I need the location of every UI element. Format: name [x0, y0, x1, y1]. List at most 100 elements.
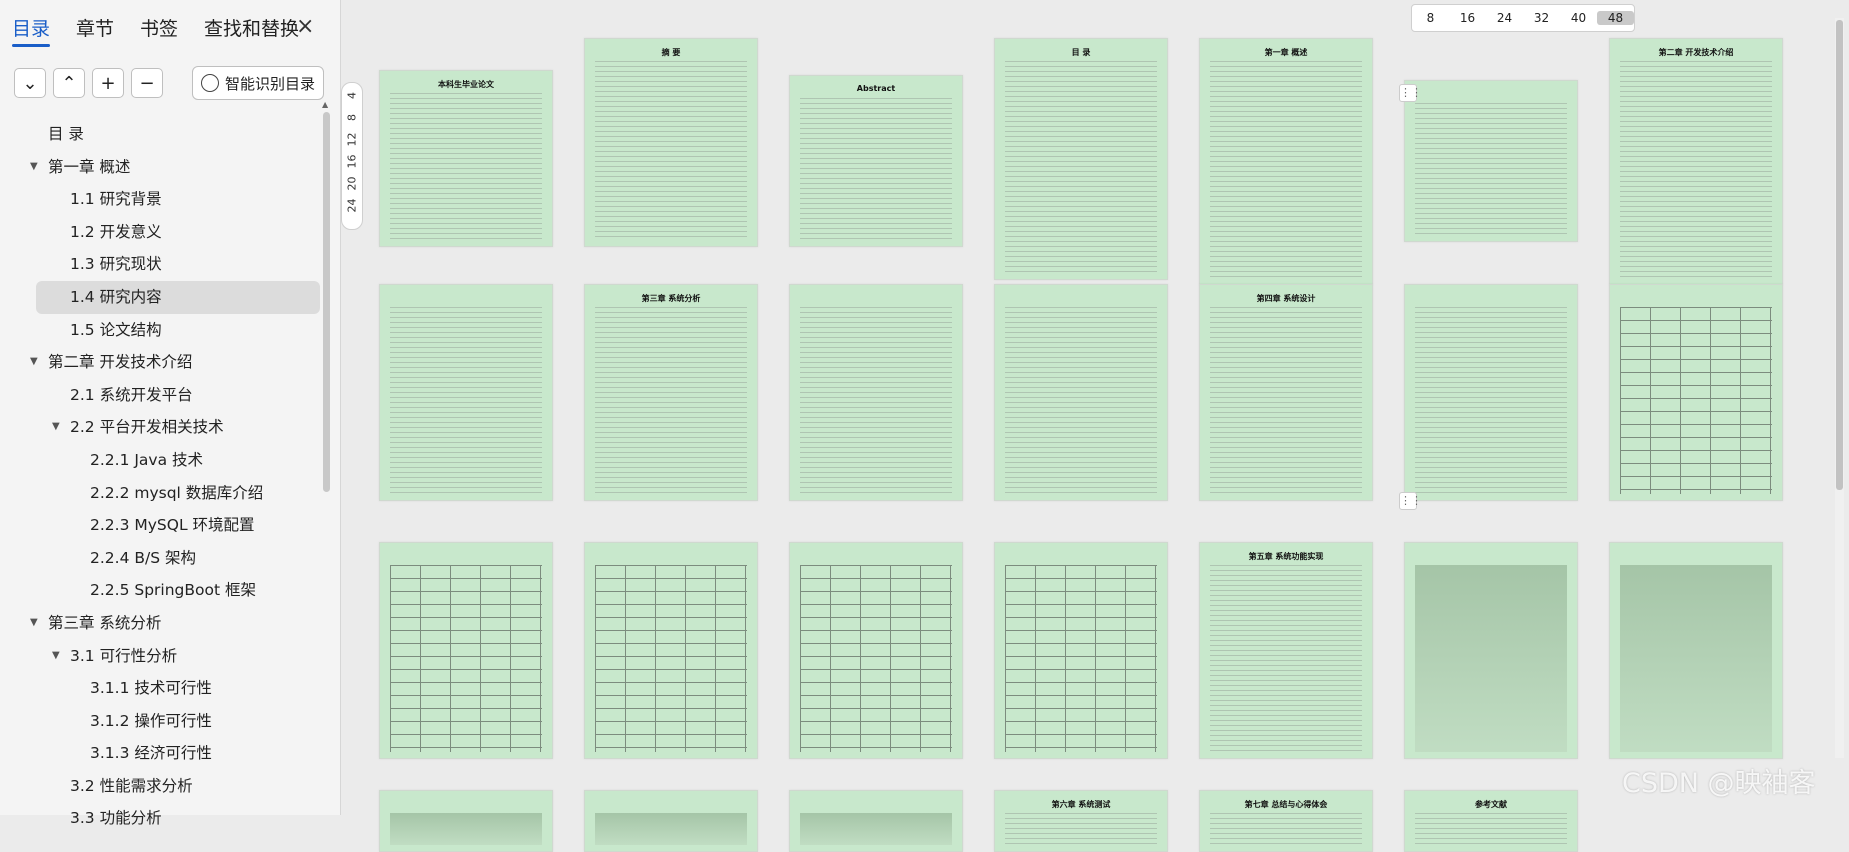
toc-item-label: 3.2 性能需求分析 — [70, 776, 193, 795]
page-body — [1210, 307, 1362, 494]
page-thumbnail[interactable]: 参考文献 — [1404, 790, 1578, 852]
page-thumbnail[interactable] — [379, 542, 553, 759]
toc-item[interactable]: 3.1.3 经济可行性 — [0, 737, 330, 770]
page-thumbnail[interactable] — [584, 790, 758, 852]
zoom-option[interactable]: 32 — [1523, 11, 1560, 25]
page-thumbnail[interactable]: 第二章 开发技术介绍 — [1609, 38, 1783, 285]
page-heading: 目 录 — [1071, 48, 1091, 57]
toc-item[interactable]: 1.3 研究现状 — [0, 248, 330, 281]
page-thumbnail-canvas[interactable]: 本科生毕业论文 摘 要 Abstract 目 录 第一章 概述 第二章 开发技术介绍第三章… — [343, 0, 1849, 852]
outline-sidebar: 目录 章节 书签 查找和替换 × ⌄ ⌃ + − 智能识别目录 目 录 ▼ 第一章 … — [0, 0, 341, 827]
drag-handle-icon[interactable]: ⋮⋮ — [1399, 84, 1422, 102]
toc-item[interactable]: ▼ 3.1 可行性分析 — [0, 640, 330, 673]
page-thumbnail[interactable] — [789, 542, 963, 759]
close-icon[interactable]: × — [296, 14, 314, 39]
toc-item[interactable]: 3.1.2 操作可行性 — [0, 705, 330, 738]
page-body — [595, 565, 747, 752]
page-heading: 第三章 系统分析 — [641, 294, 701, 303]
scroll-up-icon[interactable]: ▲ — [322, 100, 328, 109]
page-thumbnail[interactable]: 本科生毕业论文 — [379, 70, 553, 247]
page-thumbnail[interactable] — [1609, 284, 1783, 501]
drag-handle-icon[interactable]: ⋮⋮ — [1399, 492, 1422, 510]
expand-all-button[interactable]: ⌃ — [53, 68, 85, 98]
collapse-triangle-icon[interactable]: ▼ — [30, 346, 38, 379]
collapse-triangle-icon[interactable]: ▼ — [30, 151, 38, 184]
toc-item[interactable]: 1.1 研究背景 — [0, 183, 330, 216]
canvas-scrollbar-thumb[interactable] — [1836, 20, 1843, 490]
collapse-all-button[interactable]: ⌄ — [14, 68, 46, 98]
page-thumbnail[interactable]: 第一章 概述 — [1199, 38, 1373, 285]
toc-item-label: 1.5 论文结构 — [70, 320, 162, 339]
tab-toc[interactable]: 目录 — [12, 14, 51, 47]
page-thumbnail[interactable] — [584, 542, 758, 759]
page-thumbnail[interactable]: 第七章 总结与心得体会 — [1199, 790, 1373, 852]
toc-item-label: 2.2.3 MySQL 环境配置 — [90, 516, 255, 535]
toc-item[interactable]: ▼ 第三章 系统分析 — [0, 607, 330, 640]
page-body — [595, 813, 747, 845]
collapse-triangle-icon[interactable]: ▼ — [52, 640, 60, 673]
collapse-triangle-icon[interactable]: ▼ — [52, 411, 60, 444]
toc-item[interactable]: 1.2 开发意义 — [0, 216, 330, 249]
toc-item[interactable]: 2.2.5 SpringBoot 框架 — [0, 574, 330, 607]
page-heading: 摘 要 — [661, 48, 681, 57]
page-body — [800, 813, 952, 845]
toc-item[interactable]: 2.2.1 Java 技术 — [0, 444, 330, 477]
toc-item[interactable]: 3.1.1 技术可行性 — [0, 672, 330, 705]
page-thumbnail[interactable] — [789, 284, 963, 501]
zoom-option[interactable]: 24 — [1486, 11, 1523, 25]
smart-toc-button[interactable]: 智能识别目录 — [192, 66, 325, 100]
page-thumbnail[interactable] — [789, 790, 963, 852]
toc-item[interactable]: 1.4 研究内容 — [36, 280, 320, 314]
sidebar-scrollbar[interactable] — [323, 112, 330, 492]
page-thumbnail[interactable] — [379, 790, 553, 852]
page-thumbnail[interactable] — [1404, 284, 1578, 501]
page-thumbnail[interactable] — [994, 284, 1168, 501]
tab-chapters[interactable]: 章节 — [76, 14, 114, 47]
toc-item[interactable]: ▼ 第二章 开发技术介绍 — [0, 346, 330, 379]
page-body — [1620, 61, 1772, 278]
page-heading: 第六章 系统测试 — [1051, 800, 1111, 809]
page-body — [1210, 813, 1362, 845]
toc-item[interactable]: ▼ 第一章 概述 — [0, 151, 330, 184]
zoom-option[interactable]: 8 — [1412, 11, 1449, 25]
tab-find-replace[interactable]: 查找和替换 — [204, 14, 299, 47]
toc-item[interactable]: 2.2.2 mysql 数据库介绍 — [0, 477, 330, 510]
toc-item[interactable]: 2.2.4 B/S 架构 — [0, 542, 330, 575]
page-thumbnail[interactable]: 第四章 系统设计 — [1199, 284, 1373, 501]
zoom-option[interactable]: 40 — [1560, 11, 1597, 25]
remove-heading-button[interactable]: − — [131, 68, 163, 98]
toc-item[interactable]: 2.1 系统开发平台 — [0, 379, 330, 412]
toc-item-label: 第二章 开发技术介绍 — [48, 353, 193, 372]
page-body — [1005, 813, 1157, 845]
toc-item[interactable]: 2.2.3 MySQL 环境配置 — [0, 509, 330, 542]
toc-item[interactable]: 3.3 功能分析 — [0, 802, 330, 835]
page-thumbnail[interactable]: Abstract — [789, 75, 963, 247]
page-thumbnail[interactable] — [994, 542, 1168, 759]
page-thumbnail[interactable]: 第六章 系统测试 — [994, 790, 1168, 852]
page-thumbnail[interactable] — [379, 284, 553, 501]
toc-item[interactable]: 目 录 — [0, 118, 330, 151]
toc-item[interactable]: 3.2 性能需求分析 — [0, 770, 330, 803]
page-thumbnail[interactable]: 第三章 系统分析 — [584, 284, 758, 501]
smart-toc-icon — [201, 74, 219, 92]
page-thumbnail[interactable] — [1404, 80, 1578, 242]
zoom-option[interactable]: 48 — [1597, 11, 1634, 25]
page-thumbnail[interactable]: 摘 要 — [584, 38, 758, 247]
add-heading-button[interactable]: + — [92, 68, 124, 98]
page-thumbnail[interactable] — [1609, 542, 1783, 759]
tab-bookmarks[interactable]: 书签 — [140, 14, 178, 47]
toc-item-label: 第一章 概述 — [48, 157, 131, 176]
page-thumbnail[interactable] — [1404, 542, 1578, 759]
page-heading: 第四章 系统设计 — [1256, 294, 1316, 303]
zoom-option[interactable]: 16 — [1449, 11, 1486, 25]
collapse-triangle-icon[interactable]: ▼ — [30, 607, 38, 640]
page-heading: 第二章 开发技术介绍 — [1658, 48, 1734, 57]
page-thumbnail[interactable]: 目 录 — [994, 38, 1168, 280]
toc-item-label: 目 录 — [48, 125, 84, 143]
toc-item[interactable]: 1.5 论文结构 — [0, 314, 330, 347]
toc-item-label: 2.2.2 mysql 数据库介绍 — [90, 483, 264, 502]
page-body — [390, 93, 542, 240]
toc-item[interactable]: ▼ 2.2 平台开发相关技术 — [0, 411, 330, 444]
page-thumbnail[interactable]: 第五章 系统功能实现 — [1199, 542, 1373, 759]
toc-item-label: 2.2.5 SpringBoot 框架 — [90, 581, 256, 600]
